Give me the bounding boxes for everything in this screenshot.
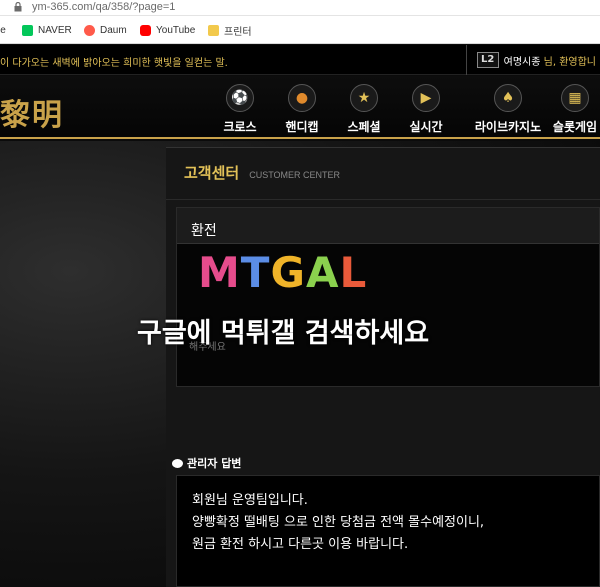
nav-label: 스페셜 — [347, 120, 381, 134]
daum-icon — [84, 24, 95, 36]
basketball-icon: ● — [288, 84, 316, 112]
watermark-letter: A — [305, 248, 340, 297]
naver-icon — [22, 24, 33, 36]
bookmark-youtube[interactable]: YouTube — [140, 23, 195, 37]
watermark-letter: T — [240, 248, 271, 297]
reply-line: 원금 환전 하시고 다른곳 이용 바랍니다. — [192, 537, 409, 552]
star-icon: ★ — [350, 84, 378, 112]
nav-item-handicap[interactable]: ● 핸디캡 — [267, 84, 337, 135]
post-box: 환전 해주세요 — [176, 207, 600, 387]
cards-icon: ♠ — [494, 84, 522, 112]
username: 여명시종 — [503, 56, 541, 68]
reply-line: 양빵확정 떨배팅 으로 인한 당첨금 전액 몰수예정이니, — [192, 515, 485, 530]
live-screen-icon: ▶ — [412, 84, 440, 112]
post-title: 환전 — [177, 208, 599, 244]
bookmark-naver[interactable]: NAVER — [22, 23, 72, 37]
bookmark-daum[interactable]: Daum — [84, 23, 127, 37]
panel-header: 고객센터 CUSTOMER CENTER — [166, 148, 600, 200]
site-logo[interactable]: 黎明 — [0, 90, 64, 134]
bookmark-label: le — [0, 24, 6, 36]
nav-item-special[interactable]: ★ 스페셜 — [329, 84, 399, 135]
slot-machine-icon: ▦ — [561, 84, 589, 112]
watermark-text: 구글에 먹튀갤 검색하세요 — [137, 318, 430, 349]
bookmark-label: 프린터 — [224, 26, 252, 38]
username-greeting: 여명시종 님, 환영합니 — [504, 53, 596, 68]
nav-label: 크로스 — [223, 120, 257, 134]
site-topbar: 이 다가오는 새벽에 밝아오는 희미한 햇빛을 일컫는 말. L2 여명시종 님… — [0, 45, 600, 75]
admin-reply-title: 관리자 답변 — [187, 457, 242, 470]
address-bar[interactable]: ym-365.com/qa/358/?page=1 — [0, 0, 600, 16]
user-info[interactable]: L2 여명시종 님, 환영합니 — [465, 45, 600, 75]
bookmark-label: YouTube — [156, 24, 196, 36]
watermark-letter: G — [270, 248, 306, 297]
mtgal-watermark-logo: MTGAL — [198, 248, 367, 297]
panel-title: 고객센터 — [184, 164, 240, 182]
nav-label: 슬롯게임 — [552, 120, 598, 134]
bookmark-google[interactable]: le — [0, 23, 6, 37]
marquee-text: 이 다가오는 새벽에 밝아오는 희미한 햇빛을 일컫는 말. — [0, 58, 228, 69]
bookmark-label: Daum — [100, 24, 127, 36]
admin-reply-header: 관리자 답변 — [172, 455, 241, 471]
watermark-letter: L — [339, 248, 368, 297]
soccer-ball-icon: ⚽ — [226, 84, 254, 112]
panel-subtitle: CUSTOMER CENTER — [249, 170, 341, 180]
folder-icon — [208, 24, 219, 36]
level-badge-icon: L2 — [476, 52, 499, 68]
greeting-suffix: 님, 환영합니 — [540, 56, 596, 68]
nav-item-slot-game[interactable]: ▦ 슬롯게임 — [540, 84, 600, 135]
bookmarks-bar: le NAVER Daum YouTube 프린터 — [0, 16, 600, 44]
reply-line: 회원님 운영팀입니다. — [192, 493, 308, 508]
bookmark-label: NAVER — [38, 24, 72, 36]
lock-icon — [14, 2, 22, 12]
youtube-icon — [140, 24, 151, 36]
nav-label: 실시간 — [409, 120, 443, 134]
nav-item-cross[interactable]: ⚽ 크로스 — [205, 84, 275, 135]
main-nav: 黎明 ⚽ 크로스 ● 핸디캡 ★ 스페셜 ▶ 실시간 ♠ 라이브카지노 ▦ 슬롯… — [0, 76, 600, 139]
url-text[interactable]: ym-365.com/qa/358/?page=1 — [32, 1, 175, 13]
admin-reply-box: 회원님 운영팀입니다. 양빵확정 떨배팅 으로 인한 당첨금 전액 몰수예정이니… — [176, 475, 600, 587]
bookmark-printer-folder[interactable]: 프린터 — [208, 23, 252, 38]
nav-item-live[interactable]: ▶ 실시간 — [391, 84, 461, 135]
watermark-letter: M — [198, 248, 241, 297]
nav-label: 핸디캡 — [285, 120, 319, 134]
speech-bubble-icon — [172, 458, 183, 468]
